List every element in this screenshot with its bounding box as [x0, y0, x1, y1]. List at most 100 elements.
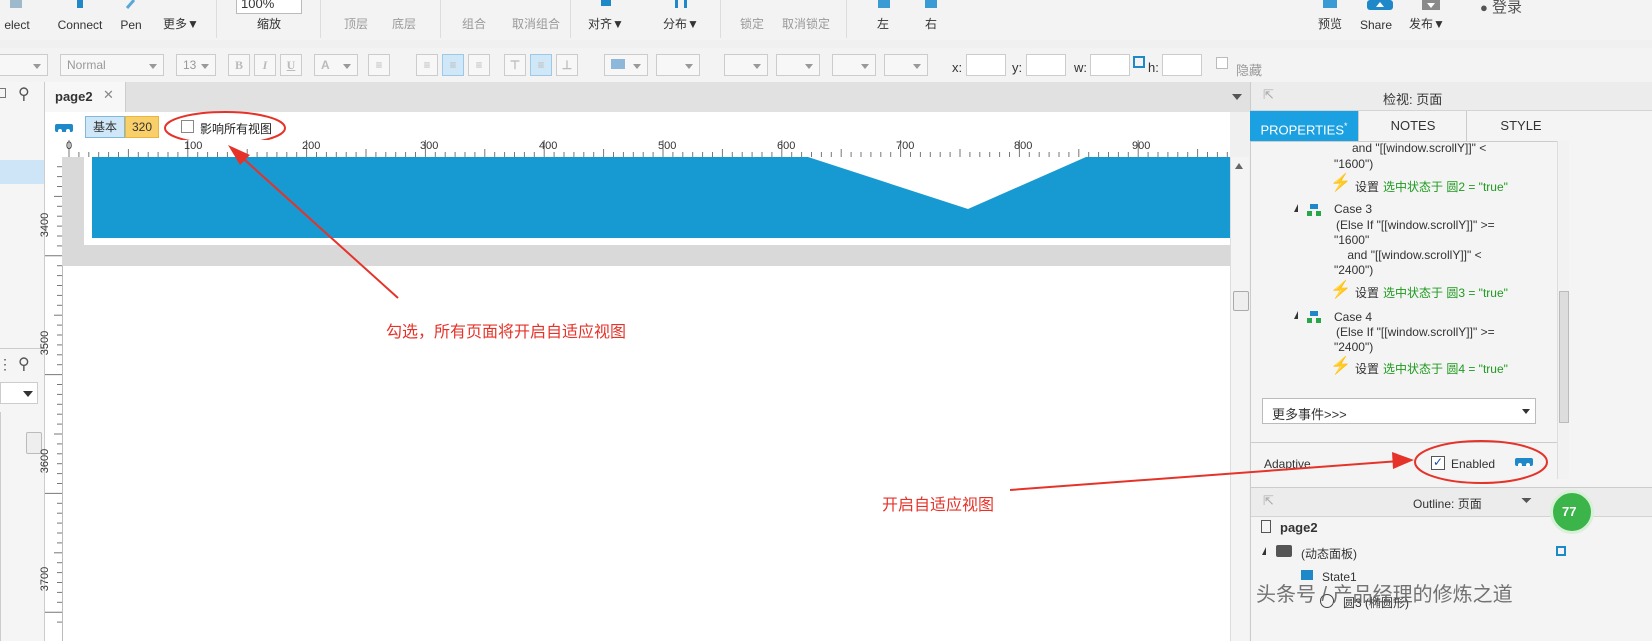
w-label: w:	[1074, 60, 1087, 75]
bullets-icon: ≡	[375, 58, 383, 72]
search-icon-2[interactable]: ⚲	[18, 354, 30, 374]
outline-dynamic-panel-item[interactable]: (动态面板)	[1301, 545, 1357, 562]
widget-library-select[interactable]	[0, 54, 48, 76]
chevron-down-icon	[1522, 409, 1530, 414]
tab-properties[interactable]: PROPERTIES*	[1250, 111, 1358, 141]
action-text[interactable]: 选中状态于 圆3 = "true"	[1383, 284, 1508, 301]
line-style-select[interactable]	[832, 54, 876, 76]
left-button[interactable]: 左	[866, 0, 900, 40]
library-select[interactable]	[0, 382, 38, 404]
y-input[interactable]	[1026, 54, 1066, 76]
status-badge[interactable]: 77	[1550, 490, 1594, 534]
expand-triangle-icon[interactable]	[1290, 311, 1298, 319]
expand-triangle-icon[interactable]	[1290, 204, 1298, 212]
case3-condition-line: (Else If "[[window.scrollY]]" >=	[1336, 218, 1495, 232]
properties-scroll-thumb[interactable]	[1559, 291, 1569, 423]
filter-icon[interactable]: ⏷	[1521, 492, 1532, 509]
align-button[interactable]: 对齐▼	[584, 0, 628, 40]
shadow-select[interactable]	[656, 54, 700, 76]
case4-condition-line: "2400")	[1334, 340, 1374, 354]
arrow-style-select[interactable]	[884, 54, 928, 76]
menu-icon[interactable]: ⋮	[0, 356, 12, 373]
watermark-text: 头条号 / 产品经理的修炼之道	[1256, 584, 1513, 606]
unlock-button[interactable]: 取消锁定	[778, 0, 834, 40]
case4-label[interactable]: Case 4	[1334, 310, 1372, 324]
distribute-button[interactable]: 分布▼	[656, 0, 706, 40]
select-tool[interactable]: elect	[0, 0, 34, 40]
pen-tool[interactable]: Pen	[114, 0, 148, 40]
right-button[interactable]: 右	[914, 0, 948, 40]
case3-label[interactable]: Case 3	[1334, 202, 1372, 216]
align-left-button[interactable]: ≡	[416, 54, 438, 76]
more-events-select[interactable]: 更多事件>>>	[1262, 398, 1536, 424]
close-tab-icon[interactable]: ✕	[103, 87, 114, 103]
group-button[interactable]: 组合	[452, 0, 496, 40]
select-icon	[8, 0, 26, 14]
view-320-button[interactable]: 320	[125, 116, 159, 138]
share-button[interactable]: Share	[1354, 0, 1398, 40]
send-to-back-button[interactable]: 底层	[382, 0, 426, 40]
hidden-checkbox[interactable]	[1216, 57, 1228, 69]
canvas-scrollbar[interactable]	[1230, 157, 1249, 641]
valign-bottom-button[interactable]: ⊥	[556, 54, 578, 76]
valign-bottom-icon: ⊥	[561, 58, 573, 72]
valign-top-icon: ⊤	[509, 58, 521, 72]
align-center-button[interactable]: ≡	[442, 54, 464, 76]
outline-page-item[interactable]: page2	[1280, 520, 1318, 535]
bullets-button[interactable]: ≡	[368, 54, 390, 76]
h-tick-label: 0	[66, 140, 73, 152]
bring-to-front-button[interactable]: 顶层	[334, 0, 378, 40]
selected-page-row[interactable]	[0, 160, 44, 184]
h-tick-label: 600	[777, 140, 796, 152]
fill-color-swatch	[611, 59, 625, 69]
line-width-select[interactable]	[776, 54, 820, 76]
fill-color-select[interactable]	[604, 54, 648, 76]
expand-outline-icon[interactable]	[1556, 546, 1566, 556]
vertical-ruler: 3400 3500 3600 3700	[39, 157, 63, 641]
tab-style[interactable]: STYLE	[1466, 111, 1575, 141]
h-tick-label: 500	[658, 140, 677, 152]
tab-list-chevron-icon[interactable]	[1232, 94, 1242, 100]
pin-icon[interactable]: ⇱	[1263, 493, 1274, 509]
h-tick-label: 100	[184, 140, 203, 152]
action-set-label: 设置	[1355, 362, 1380, 376]
line-color-select[interactable]	[724, 54, 768, 76]
h-input[interactable]	[1162, 54, 1202, 76]
adaptive-views-icon[interactable]	[55, 122, 73, 137]
action-text[interactable]: 选中状态于 圆4 = "true"	[1383, 360, 1508, 377]
valign-middle-button[interactable]: ≡	[530, 54, 552, 76]
publish-button[interactable]: 发布▼	[1402, 0, 1452, 40]
tab-notes[interactable]: NOTES	[1358, 111, 1467, 141]
search-icon[interactable]: ⚲	[18, 84, 30, 104]
underline-button[interactable]: U	[280, 54, 302, 76]
tab-bar	[45, 82, 1250, 112]
connect-tool[interactable]: Connect	[52, 0, 108, 40]
bold-button[interactable]: B	[228, 54, 250, 76]
lock-button[interactable]: 锁定	[730, 0, 774, 40]
lock-ratio-icon[interactable]	[1133, 56, 1145, 68]
collapse-icon[interactable]	[0, 88, 6, 98]
scroll-up-icon[interactable]	[1235, 163, 1243, 169]
view-base-button[interactable]: 基本	[85, 116, 125, 138]
left-panel: ⚲ ⋮ ⚲	[0, 82, 45, 641]
style-select[interactable]: Normal	[60, 54, 164, 76]
w-input[interactable]	[1090, 54, 1130, 76]
login-button[interactable]: ● 登录	[1480, 0, 1522, 17]
font-size-select[interactable]: 13	[176, 54, 216, 76]
action-lightning-icon: ⚡	[1330, 280, 1352, 299]
expand-triangle-icon[interactable]	[1258, 547, 1266, 555]
preview-button[interactable]: 预览	[1308, 0, 1352, 40]
properties-scrollbar[interactable]	[1557, 141, 1569, 479]
x-input[interactable]	[966, 54, 1006, 76]
align-right-button[interactable]: ≡	[468, 54, 490, 76]
more-tools-button[interactable]: 更多▼	[160, 0, 202, 40]
tab-page2[interactable]: page2 ✕	[45, 82, 126, 112]
font-color-select[interactable]: A	[314, 54, 358, 76]
blue-banner-shape[interactable]	[92, 157, 1230, 238]
valign-top-button[interactable]: ⊤	[504, 54, 526, 76]
ungroup-button[interactable]: 取消组合	[500, 0, 572, 40]
scroll-thumb[interactable]	[1233, 291, 1249, 311]
action-text[interactable]: 选中状态于 圆2 = "true"	[1383, 178, 1508, 195]
italic-button[interactable]: I	[254, 54, 276, 76]
pin-icon[interactable]: ⇱	[1263, 87, 1274, 103]
